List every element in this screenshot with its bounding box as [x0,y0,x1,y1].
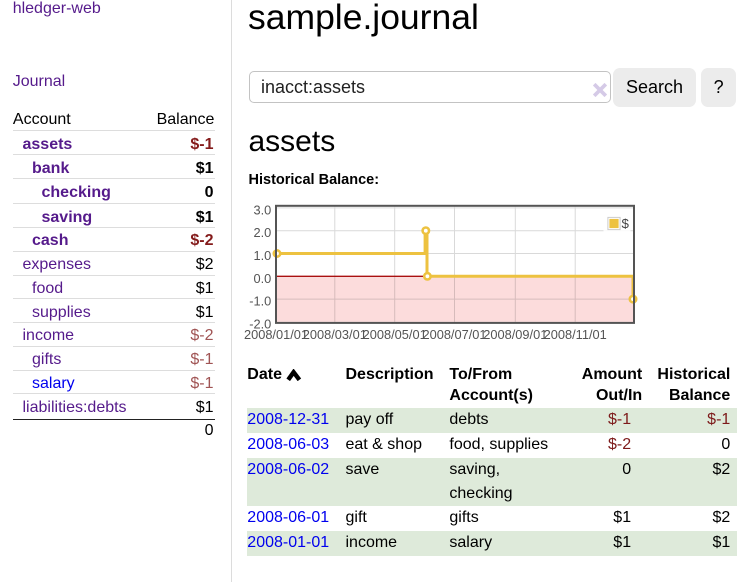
svg-text:1.0: 1.0 [254,248,272,263]
svg-text:2008/05/01: 2008/05/01 [363,327,427,342]
svg-text:2008/03/01: 2008/03/01 [303,327,367,342]
svg-text:$: $ [622,216,630,231]
svg-text:2008/09/01: 2008/09/01 [483,327,547,342]
svg-text:2008/07/01: 2008/07/01 [422,327,486,342]
svg-text:-1.0: -1.0 [249,294,271,309]
svg-text:3.0: 3.0 [254,202,272,217]
svg-text:2.0: 2.0 [254,225,272,240]
svg-text:0.0: 0.0 [254,271,272,286]
svg-text:2008/01/01: 2008/01/01 [244,327,308,342]
svg-text:2008/11/01: 2008/11/01 [544,327,607,342]
